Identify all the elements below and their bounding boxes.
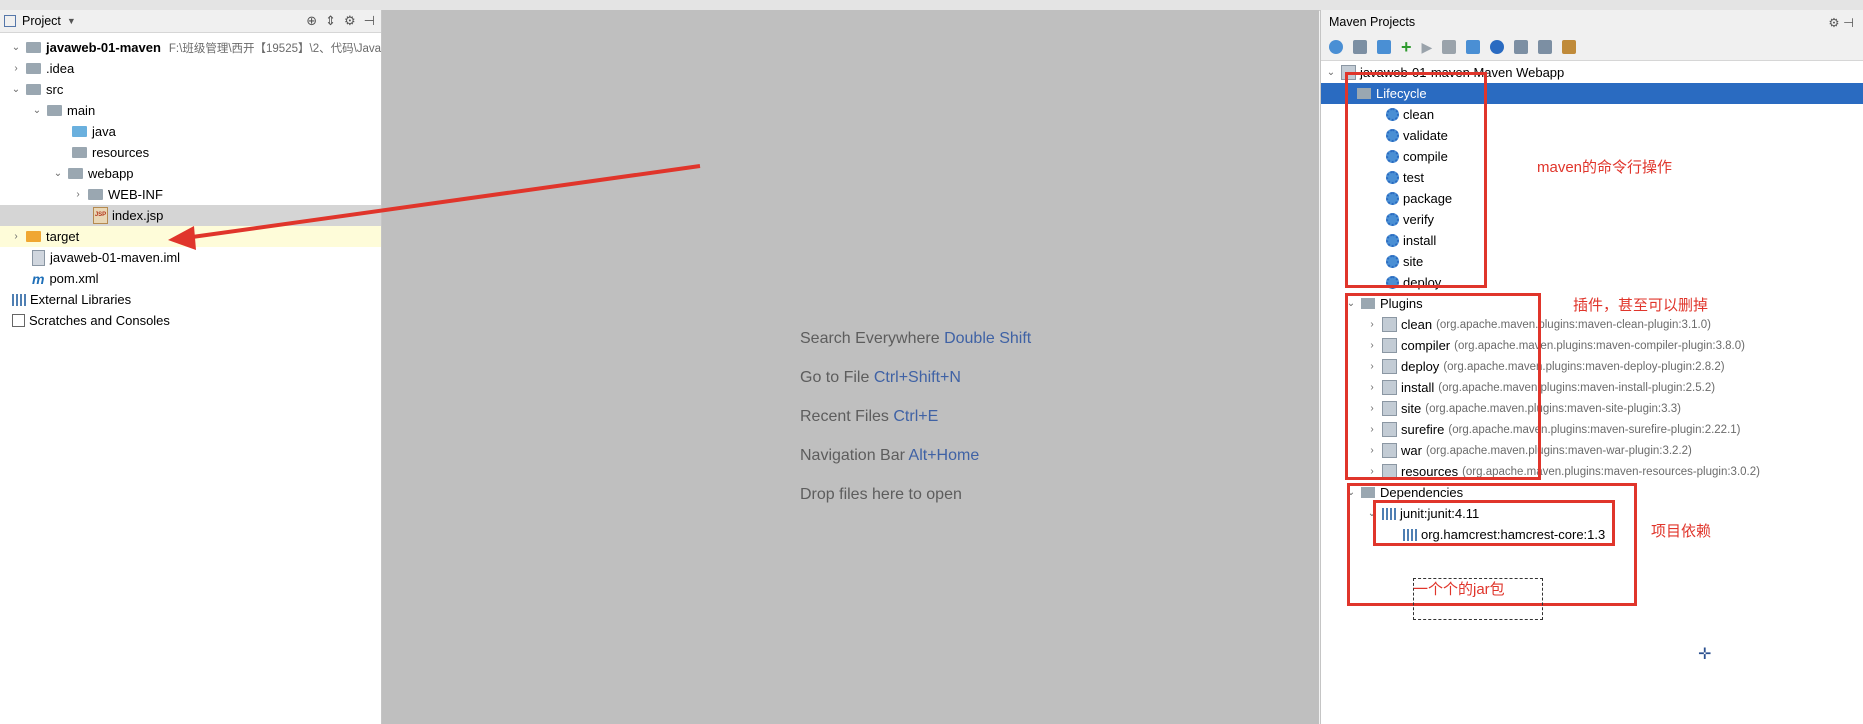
annotation-arrow [168, 164, 701, 250]
